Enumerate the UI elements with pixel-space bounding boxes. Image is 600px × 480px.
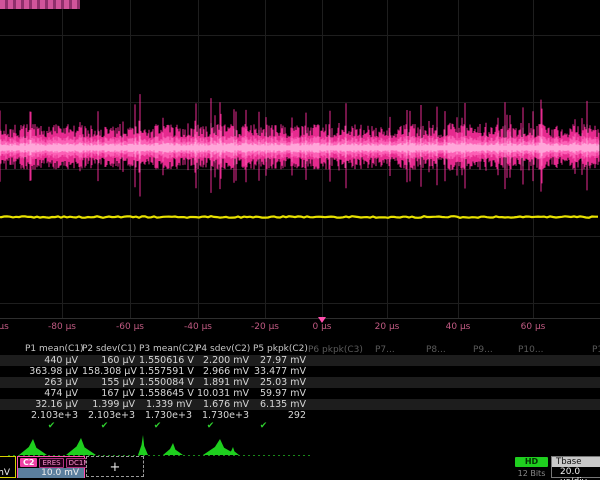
c2-chip: C2 [20, 458, 37, 467]
measurement-cell: 1.891 mV [196, 377, 253, 388]
measurement-cell: 474 µV [25, 388, 82, 399]
parameter-header[interactable]: P5 pkpk(C2) [253, 344, 310, 355]
parameter-header[interactable]: P4 sdev(C2) [196, 344, 253, 355]
unused-parameter-header: P9... [473, 345, 493, 355]
histicon-peak [138, 435, 148, 455]
measurement-cell: 1.730e+3 [196, 410, 253, 421]
status-check-icon: ✔ [25, 421, 78, 432]
measurement-cell: 2.966 mV [196, 366, 253, 377]
spacer [0, 377, 25, 388]
axis-tick-label: 40 µs [446, 322, 471, 332]
table-row: 263 µV155 µV1.550084 V1.891 mV25.03 mV [0, 377, 600, 388]
axis-tick-label: -20 µs [251, 322, 279, 332]
waveform-traces [0, 0, 600, 318]
axis-tick-label: 60 µs [521, 322, 546, 332]
spacer [0, 399, 25, 410]
spacer [0, 421, 25, 432]
spacer [0, 355, 25, 366]
spacer [0, 388, 25, 399]
axis-tick-label: -80 µs [48, 322, 76, 332]
measurement-cell: 155 µV [82, 377, 139, 388]
measurement-header-row: P1 mean(C1)P2 sdev(C1)P3 mean(C2)P4 sdev… [0, 344, 600, 355]
measurement-cell: 59.97 mV [253, 388, 310, 399]
channel-c1-descriptor[interactable]: C1 DC1M 10.0 mV [0, 456, 16, 478]
cropped-pink-label [0, 0, 80, 9]
measurement-cell: 1.557591 V [139, 366, 196, 377]
parameter-header[interactable]: P1 mean(C1) [25, 344, 82, 355]
histicon-peak [19, 439, 47, 455]
status-row: ✔✔✔✔✔ [0, 421, 600, 432]
spacer [0, 410, 25, 421]
measurement-cell: 158.308 µV [82, 366, 139, 377]
spacer [0, 366, 25, 377]
channel-c2-descriptor[interactable]: C2 ERES DC1M 10.0 mV [17, 456, 85, 478]
oscilloscope-screen: -100 µs -80 µs -60 µs -40 µs -20 µs 0 µs 20 µs… [0, 0, 600, 480]
c2-eres-badge: ERES [39, 458, 63, 468]
measurement-cell: 1.339 mV [139, 399, 196, 410]
parameter-header[interactable]: P2 sdev(C1) [82, 344, 139, 355]
status-check-icon: ✔ [78, 421, 131, 432]
measurement-cell: 1.550084 V [139, 377, 196, 388]
hd-mode-badge: HD [515, 457, 548, 467]
hd-bits-label: 12 Bits [515, 469, 548, 478]
axis-tick-label: 20 µs [375, 322, 400, 332]
unused-parameter-header: P7... [375, 345, 395, 355]
unused-parameter-header: P8... [426, 345, 446, 355]
measurement-cell: 1.550616 V [139, 355, 196, 366]
spacer [0, 344, 25, 355]
c1-vertical-scale: 10.0 mV [0, 468, 15, 478]
measurement-cell: 1.558645 V [139, 388, 196, 399]
c1-trace [0, 216, 598, 218]
table-row: 32.16 µV1.399 µV1.339 mV1.676 mV6.135 mV [0, 399, 600, 410]
table-row: 474 µV167 µV1.558645 V10.031 mV59.97 mV [0, 388, 600, 399]
waveform-grid [0, 0, 600, 318]
measurement-cell: 10.031 mV [196, 388, 253, 399]
histicon-peak [66, 438, 96, 455]
table-row: 363.98 µV158.308 µV1.557591 V2.966 mV33.… [0, 366, 600, 377]
measurement-cell: 2.103e+3 [25, 410, 82, 421]
measurement-cell: 6.135 mV [253, 399, 310, 410]
measurement-cell: 363.98 µV [25, 366, 82, 377]
timebase-title: Tbase [552, 457, 600, 467]
measurement-cell: 27.97 mV [253, 355, 310, 366]
histicon-peak [163, 443, 183, 455]
measurement-cell: 1.676 mV [196, 399, 253, 410]
timebase-scale: 20.0 µs/div [552, 467, 600, 477]
table-row: 2.103e+32.103e+31.730e+31.730e+3292 [0, 410, 600, 421]
measurement-cell: 2.103e+3 [82, 410, 139, 421]
axis-tick-label: -100 µs [0, 322, 9, 332]
unused-parameter-header: P10... [518, 345, 543, 355]
measurement-cell: 292 [253, 410, 310, 421]
unused-parameter-header: P1 [592, 345, 600, 355]
axis-tick-label: -40 µs [184, 322, 212, 332]
measurement-cell: 25.03 mV [253, 377, 310, 388]
measurement-cell: 167 µV [82, 388, 139, 399]
c2-vertical-scale: 10.0 mV [18, 468, 84, 478]
status-check-icon: ✔ [237, 421, 290, 432]
histicons [0, 434, 600, 458]
axis-tick-label: 0 µs [312, 322, 331, 332]
measurement-cell: 1.399 µV [82, 399, 139, 410]
parameter-header[interactable]: P3 mean(C2) [139, 344, 196, 355]
measurement-cell: 1.730e+3 [139, 410, 196, 421]
unused-parameter-header: P6 pkpk(C3) [308, 345, 363, 355]
measurement-cell: 2.200 mV [196, 355, 253, 366]
measurement-cell: 263 µV [25, 377, 82, 388]
status-check-icon: ✔ [184, 421, 237, 432]
add-trace-button[interactable]: + [86, 456, 144, 477]
time-axis [0, 318, 600, 319]
table-row: 440 µV160 µV1.550616 V2.200 mV27.97 mV [0, 355, 600, 366]
timebase-descriptor[interactable]: Tbase 20.0 µs/div [551, 456, 600, 478]
measurement-rows: 440 µV160 µV1.550616 V2.200 mV27.97 mV36… [0, 355, 600, 432]
measurement-cell: 440 µV [25, 355, 82, 366]
measurement-cell: 33.477 mV [253, 366, 310, 377]
measurement-cell: 32.16 µV [25, 399, 82, 410]
measurement-table: P1 mean(C1)P2 sdev(C1)P3 mean(C2)P4 sdev… [0, 344, 600, 432]
measurement-cell: 160 µV [82, 355, 139, 366]
axis-tick-label: -60 µs [116, 322, 144, 332]
status-check-icon: ✔ [131, 421, 184, 432]
